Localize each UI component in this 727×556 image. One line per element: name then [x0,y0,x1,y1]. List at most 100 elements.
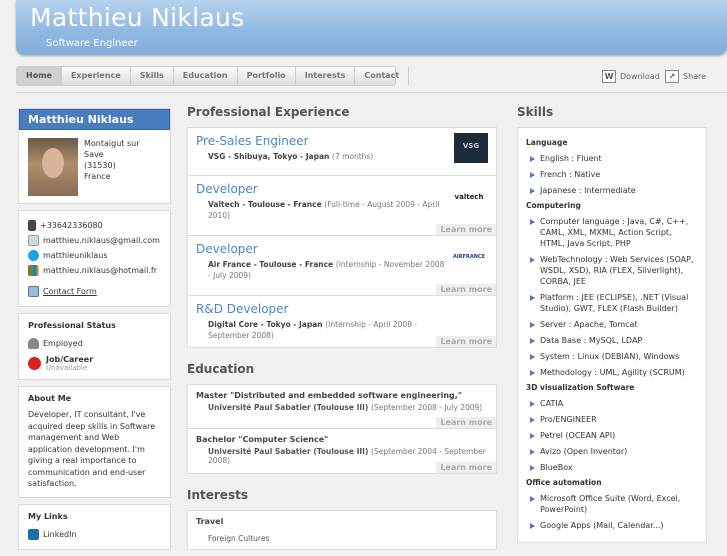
experience-title: Professional Experience [187,105,350,119]
job-label: Job/Career [46,355,94,364]
airfrance-logo: AIRFRANCE [453,254,485,260]
skill-list: Microsoft Office Suite (Word, Excel, Pow… [530,493,698,531]
interests-title: Interests [187,488,248,502]
linkedin-icon [28,528,39,540]
skill-item: Avizo (Open Inventor) [530,446,698,457]
skill-item: Server : Apache, Tomcat [530,319,698,330]
share-icon: ↗ [665,70,679,83]
skill-group-title: 3D visualization Software [526,383,635,392]
job-detail: (7 months) [332,152,374,161]
job-company: Air France - Toulouse - France (Internsh… [208,259,448,281]
skill-item: English : Fluent [530,153,698,164]
share-button[interactable]: ↗ Share [665,70,706,83]
share-label: Share [683,72,707,81]
skills-box: Language English : Fluent French : Native J… [517,127,707,543]
vsg-logo: VSG [454,133,488,163]
job-company: VSG - Shibuya, Tokyo - Japan (7 months) [208,151,448,162]
employed-text: Employed [43,339,83,348]
job-company-name: Digital Core - Tokyo - Japan [208,320,323,329]
degree-title: Bachelor "Computer Science" [196,435,329,444]
email-row[interactable]: matthieu.niklaus@gmail.com [28,233,161,248]
person-icon [28,338,39,349]
job-company-name: Valtech - Toulouse - France [208,200,322,209]
job-item: Developer Air France - Toulouse - France… [187,236,497,296]
skype-icon [28,250,39,261]
experience-list: Pre-Sales Engineer VSG - Shibuya, Tokyo … [187,127,497,348]
contact-form-row[interactable]: Contact Form [28,284,161,299]
job-title[interactable]: Developer [196,242,488,256]
job-value: Unavailable [46,364,88,372]
contact-form-link[interactable]: Contact Form [43,287,97,296]
status-box: Professional Status Employed Job/Career U… [18,313,171,380]
download-button[interactable]: W Download [602,70,660,83]
nav-home[interactable]: Home [17,67,62,85]
learn-more-button[interactable]: Learn more [436,462,496,473]
skill-list: CATIA Pro/ENGINEER Petrel (OCEAN API) Avizo… [530,398,698,473]
email-icon [28,235,39,246]
valtech-logo: valtech [454,193,484,201]
skype-text: matthieuniklaus [43,251,108,260]
skill-item: WebTechnology : Web Services (SOAP, WSDL… [530,254,698,287]
skype-row[interactable]: matthieuniklaus [28,248,161,263]
profile-name: Matthieu Niklaus [19,109,170,130]
download-label: Download [620,72,660,81]
school-name: Université Paul Sabatier (Toulouse III) [208,403,369,412]
msn-text: matthieu.niklaus@hotmail.fr [43,266,157,275]
nav-experience[interactable]: Experience [62,67,131,85]
divider [16,92,727,93]
skill-list: Computer language : Java, C#, C++, CAML,… [530,216,698,378]
skill-item: Japanese : Intermediate [530,185,698,196]
about-text: Developer, IT consultant, I've acquired … [28,410,156,488]
left-sidebar: Matthieu Niklaus Montaigut sur Save (315… [18,108,171,556]
education-list: Master "Distributed and embedded softwar… [187,384,497,474]
skill-group-title: Language [526,138,568,147]
skill-item: Methodology : UML, Agility (SCRUM) [530,367,698,378]
job-status-row: Job/Career Unavailable [28,355,161,372]
job-item: Pre-Sales Engineer VSG - Shibuya, Tokyo … [187,127,497,176]
skill-item: Data Base : MySQL, LDAP [530,335,698,346]
learn-more-button[interactable]: Learn more [436,224,496,235]
job-title[interactable]: R&D Developer [196,302,488,316]
job-item: Developer Valtech - Toulouse - France (F… [187,176,497,236]
nav-interests[interactable]: Interests [296,67,356,85]
learn-more-button[interactable]: Learn more [436,417,496,428]
learn-more-button[interactable]: Learn more [436,336,496,347]
main-nav: Home Experience Skills Education Portfol… [16,66,410,86]
about-box: About Me Developer, IT consultant, I've … [18,386,171,498]
degree-title: Master "Distributed and embedded softwar… [196,391,462,400]
skill-item: BlueBox [530,462,698,473]
msn-icon [28,265,39,276]
nav-portfolio[interactable]: Portfolio [238,67,296,85]
job-company-name: VSG - Shibuya, Tokyo - Japan [208,152,330,161]
degree-school: Université Paul Sabatier (Toulouse III) … [208,403,488,412]
job-company: Valtech - Toulouse - France (Full-time -… [208,199,448,221]
site-title: Matthieu Niklaus [30,3,245,32]
skills-column: Skills Language English : Fluent French : … [517,105,707,543]
links-title: My Links [28,511,68,521]
job-company-name: Air France - Toulouse - France [208,260,334,269]
nav-skills[interactable]: Skills [131,67,174,85]
nav-contact[interactable]: Contact [355,67,410,85]
msn-row[interactable]: matthieu.niklaus@hotmail.fr [28,263,161,278]
email-text: matthieu.niklaus@gmail.com [43,236,160,245]
header-banner: Matthieu Niklaus Software Engineer [16,0,727,55]
learn-more-button[interactable]: Learn more [436,284,496,295]
job-title[interactable]: Developer [196,182,488,196]
employed-row: Employed [28,336,161,351]
status-title: Professional Status [28,321,116,330]
skill-item: System : Linux (DEBIAN), Windows [530,351,698,362]
profile-photo [28,138,78,196]
skill-item: French : Native [530,169,698,180]
school-name: Université Paul Sabatier (Toulouse III) [208,447,369,456]
site-subtitle: Software Engineer [46,38,138,49]
skill-item: Pro/ENGINEER [530,414,698,425]
linkedin-row[interactable]: LinkedIn [28,527,161,542]
phone-text: +33642336080 [40,221,103,230]
contact-box: +33642336080 matthieu.niklaus@gmail.com … [18,210,171,307]
phone-icon [28,220,36,231]
skill-list: English : Fluent French : Native Japanese … [530,153,698,196]
nav-education[interactable]: Education [174,67,238,85]
job-title[interactable]: Pre-Sales Engineer [196,134,488,148]
word-icon: W [602,70,616,83]
form-icon [28,286,39,297]
